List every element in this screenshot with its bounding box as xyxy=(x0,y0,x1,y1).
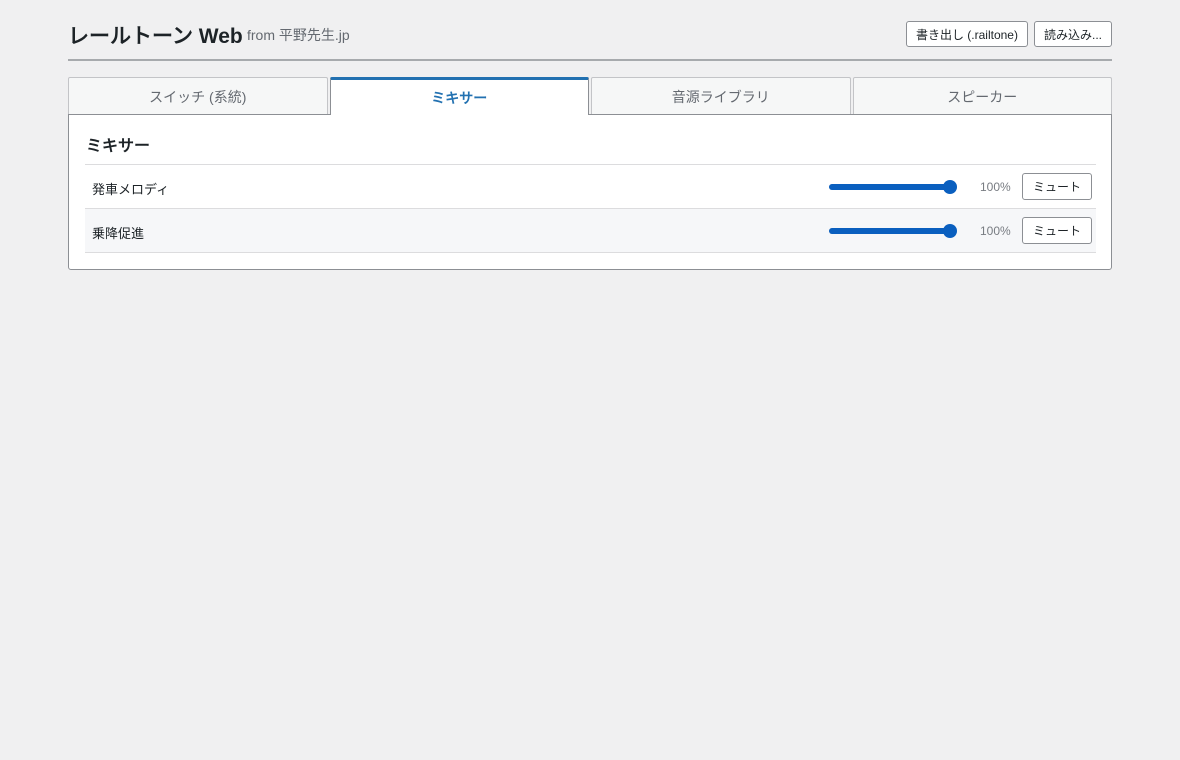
header: レールトーン Web from 平野先生.jp 書き出し (.railtone)… xyxy=(68,0,1112,61)
channel-name: 発車メロディ xyxy=(92,182,170,197)
slider-fill xyxy=(829,228,950,234)
tab-mixer[interactable]: ミキサー xyxy=(329,77,589,115)
volume-slider[interactable] xyxy=(829,180,957,194)
mute-button[interactable]: ミュート xyxy=(1022,173,1093,200)
mixer-panel: ミキサー 発車メロディ 100% ミュート 乗降促進 100% ミュート xyxy=(68,114,1112,270)
tab-bar: スイッチ (系統) ミキサー 音源ライブラリ スピーカー xyxy=(68,77,1112,115)
channel-row: 発車メロディ 100% ミュート xyxy=(85,165,1096,209)
export-button[interactable]: 書き出し (.railtone) xyxy=(905,21,1028,47)
mute-button[interactable]: ミュート xyxy=(1022,217,1093,244)
import-button[interactable]: 読み込み... xyxy=(1033,21,1112,47)
app-subtitle: from 平野先生.jp xyxy=(247,27,350,43)
app-container: レールトーン Web from 平野先生.jp 書き出し (.railtone)… xyxy=(68,0,1112,270)
header-actions: 書き出し (.railtone) 読み込み... xyxy=(905,21,1112,47)
channel-name: 乗降促進 xyxy=(92,226,145,241)
tab-speaker[interactable]: スピーカー xyxy=(852,77,1112,115)
tab-switch[interactable]: スイッチ (系統) xyxy=(68,77,328,115)
panel-title: ミキサー xyxy=(86,138,151,155)
slider-fill xyxy=(829,184,950,190)
channel-row: 乗降促進 100% ミュート xyxy=(85,209,1096,253)
volume-value: 100% xyxy=(980,180,1011,194)
volume-value: 100% xyxy=(980,224,1011,238)
tab-sound-library[interactable]: 音源ライブラリ xyxy=(591,77,851,115)
app-title: レールトーン Web xyxy=(68,25,243,48)
volume-slider[interactable] xyxy=(829,224,957,238)
slider-thumb[interactable] xyxy=(943,224,957,238)
channel-list: 発車メロディ 100% ミュート 乗降促進 100% ミュート xyxy=(85,164,1096,253)
slider-thumb[interactable] xyxy=(943,180,957,194)
